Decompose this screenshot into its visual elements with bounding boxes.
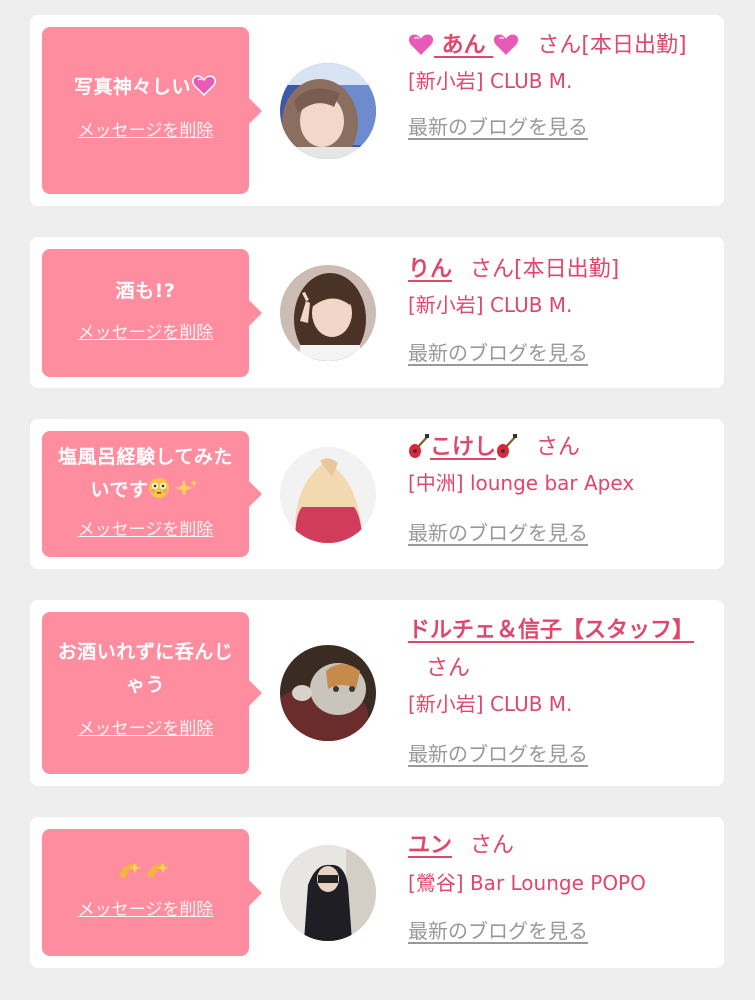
purple-heart-icon xyxy=(192,75,216,96)
message-bubble: メッセージを削除 xyxy=(42,829,262,956)
cast-name-link[interactable]: こけし xyxy=(408,434,518,460)
guitar-icon xyxy=(497,434,518,458)
avatar[interactable] xyxy=(280,265,376,361)
delete-message-link[interactable]: メッセージを削除 xyxy=(78,116,214,141)
shop-name: [鶯谷] Bar Lounge POPO xyxy=(408,871,646,895)
avatar[interactable] xyxy=(280,645,376,741)
delete-message-link[interactable]: メッセージを削除 xyxy=(78,318,214,343)
cast-info: ドルチェ＆信子【スタッフ】さん [新小岩] CLUB M. 最新のブログを見る xyxy=(408,612,708,767)
latest-blog-link[interactable]: 最新のブログを見る xyxy=(408,738,588,767)
message-card: 写真神々しい メッセージを削除 あん さん[本日出勤] [新小岩] CLUB M… xyxy=(30,15,724,206)
dizzy-icon xyxy=(118,863,169,878)
purple-heart-icon xyxy=(494,34,519,55)
cast-name-line: ユン さん xyxy=(408,829,708,863)
message-bubble: 塩風呂経験してみたいです メッセージを削除 xyxy=(42,431,262,557)
cast-name-link[interactable]: ユン xyxy=(408,833,452,858)
cast-info: りん さん[本日出勤] [新小岩] CLUB M. 最新のブログを見る xyxy=(408,253,708,366)
message-card: 酒も!? メッセージを削除 りん さん[本日出勤] [新小岩] CLUB M. 最… xyxy=(30,237,724,388)
message-text: お酒いれずに呑んじゃう xyxy=(57,641,234,696)
avatar[interactable] xyxy=(280,447,376,543)
guitar-icon xyxy=(409,434,429,458)
honorific: さん xyxy=(470,833,515,858)
avatar[interactable] xyxy=(280,63,376,159)
delete-message-link[interactable]: メッセージを削除 xyxy=(78,515,214,540)
cast-name-link[interactable]: あん xyxy=(408,33,519,58)
avatar[interactable] xyxy=(280,845,376,941)
honorific: さん xyxy=(537,33,582,58)
status-text: [本日出勤] xyxy=(514,257,620,282)
honorific: さん xyxy=(426,656,471,681)
honorific: さん xyxy=(470,257,515,282)
cast-name-link[interactable]: ドルチェ＆信子【スタッフ】 xyxy=(408,618,694,643)
latest-blog-link[interactable]: 最新のブログを見る xyxy=(408,915,588,944)
shop-name: [新小岩] CLUB M. xyxy=(408,293,573,317)
message-bubble: 酒も!? メッセージを削除 xyxy=(42,249,262,377)
message-text: 酒も!? xyxy=(115,280,176,302)
latest-blog-link[interactable]: 最新のブログを見る xyxy=(408,337,588,366)
cast-name-line: こけし さん xyxy=(408,431,708,465)
flushed-face-and-sparkles-icon xyxy=(149,478,199,498)
cast-name-line: ドルチェ＆信子【スタッフ】さん xyxy=(408,612,708,688)
status-text: [本日出勤] xyxy=(581,33,687,58)
shop-name: [中洲] lounge bar Apex xyxy=(408,471,635,495)
message-bubble: お酒いれずに呑んじゃう メッセージを削除 xyxy=(42,612,262,774)
shop-name: [新小岩] CLUB M. xyxy=(408,69,573,93)
latest-blog-link[interactable]: 最新のブログを見る xyxy=(408,517,588,546)
cast-name-line: あん さん[本日出勤] xyxy=(408,29,708,63)
message-text xyxy=(50,857,241,893)
message-card: メッセージを削除 ユン さん [鶯谷] Bar Lounge POPO 最新のブロ… xyxy=(30,817,724,968)
cast-name-link[interactable]: りん xyxy=(408,257,452,282)
cast-name-line: りん さん[本日出勤] xyxy=(408,253,708,287)
message-bubble: 写真神々しい メッセージを削除 xyxy=(42,27,262,194)
delete-message-link[interactable]: メッセージを削除 xyxy=(78,714,214,739)
message-card: 塩風呂経験してみたいです メッセージを削除 こけし さん [中洲] lounge … xyxy=(30,419,724,569)
honorific: さん xyxy=(536,435,581,460)
cast-info: ユン さん [鶯谷] Bar Lounge POPO 最新のブログを見る xyxy=(408,829,708,944)
message-text: 写真神々しい xyxy=(50,71,241,104)
shop-name: [新小岩] CLUB M. xyxy=(408,692,573,716)
cast-info: あん さん[本日出勤] [新小岩] CLUB M. 最新のブログを見る xyxy=(408,29,708,140)
cast-info: こけし さん [中洲] lounge bar Apex 最新のブログを見る xyxy=(408,431,708,546)
message-text: 塩風呂経験してみたいです xyxy=(58,446,233,501)
message-card: お酒いれずに呑んじゃう メッセージを削除 ドルチェ＆信子【スタッフ】さん [新小… xyxy=(30,600,724,786)
latest-blog-link[interactable]: 最新のブログを見る xyxy=(408,111,588,140)
delete-message-link[interactable]: メッセージを削除 xyxy=(78,895,214,920)
purple-heart-icon xyxy=(408,34,434,55)
